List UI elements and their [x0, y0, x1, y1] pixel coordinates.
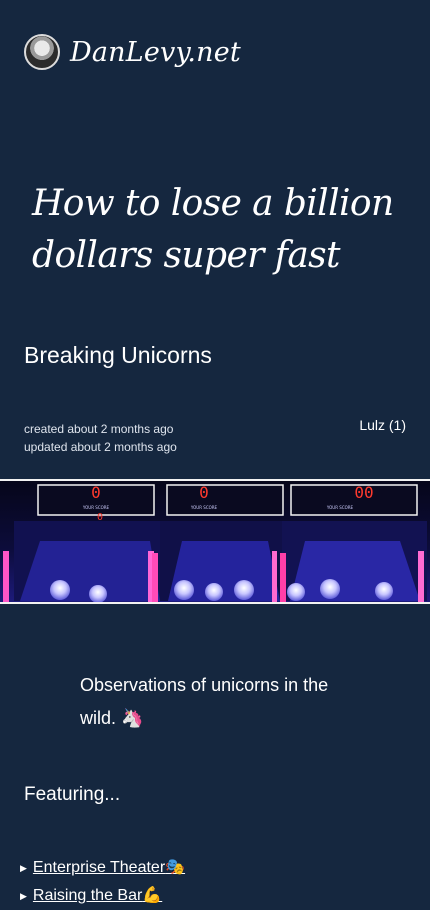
featuring-item: ▶ Raising the Bar💪: [20, 882, 185, 910]
bullet-triangle-icon: ▶: [20, 891, 27, 901]
arcade-machines-illustration: 0 0 YOUR SCORE 0 YOUR SCORE 00 YOUR SCOR…: [0, 481, 430, 602]
machine-1-subscore: 0: [97, 512, 103, 523]
machine-1-score: 0: [91, 483, 101, 502]
machine-2-score: 0: [199, 483, 209, 502]
post-subtitle: Breaking Unicorns: [24, 342, 212, 368]
machine-3-caption: YOUR SCORE: [326, 505, 354, 510]
site-header: DanLevy.net: [24, 34, 241, 70]
updated-date: updated about 2 months ago: [24, 440, 177, 454]
feature-label: Enterprise Theater: [32, 859, 166, 876]
arcade-cabinet-2: [152, 484, 288, 602]
post-title: How to lose a billion dollars super fast: [32, 183, 394, 276]
machine-1-caption: YOUR SCORE: [82, 505, 110, 510]
link-enterprise-theater[interactable]: Enterprise Theater🎭: [33, 856, 185, 880]
link-raising-the-bar[interactable]: Raising the Bar💪: [33, 884, 162, 908]
theater-masks-icon: 🎭: [165, 859, 186, 876]
featuring-item: ▶ Enterprise Theater🎭: [20, 854, 185, 882]
flexed-bicep-icon: 💪: [142, 887, 163, 904]
hero-image: 0 0 YOUR SCORE 0 YOUR SCORE 00 YOUR SCOR…: [0, 479, 430, 604]
post-meta: created about 2 months ago updated about…: [24, 420, 177, 456]
machine-3-score: 00: [354, 483, 373, 502]
created-date: created about 2 months ago: [24, 422, 174, 436]
post-lede: Observations of unicorns in the wild. 🦄: [80, 675, 329, 728]
arcade-cabinet-3: [280, 484, 427, 602]
site-title-link[interactable]: DanLevy.net: [70, 37, 241, 68]
author-avatar[interactable]: [24, 34, 60, 70]
bullet-triangle-icon: ▶: [20, 863, 27, 873]
featuring-heading: Featuring...: [24, 784, 121, 805]
machine-2-caption: YOUR SCORE: [190, 505, 218, 510]
featuring-list: ▶ Enterprise Theater🎭 ▶ Raising the Bar💪: [20, 854, 185, 910]
tag-link[interactable]: Lulz (1): [359, 417, 406, 433]
feature-label: Raising the Bar: [32, 887, 143, 904]
